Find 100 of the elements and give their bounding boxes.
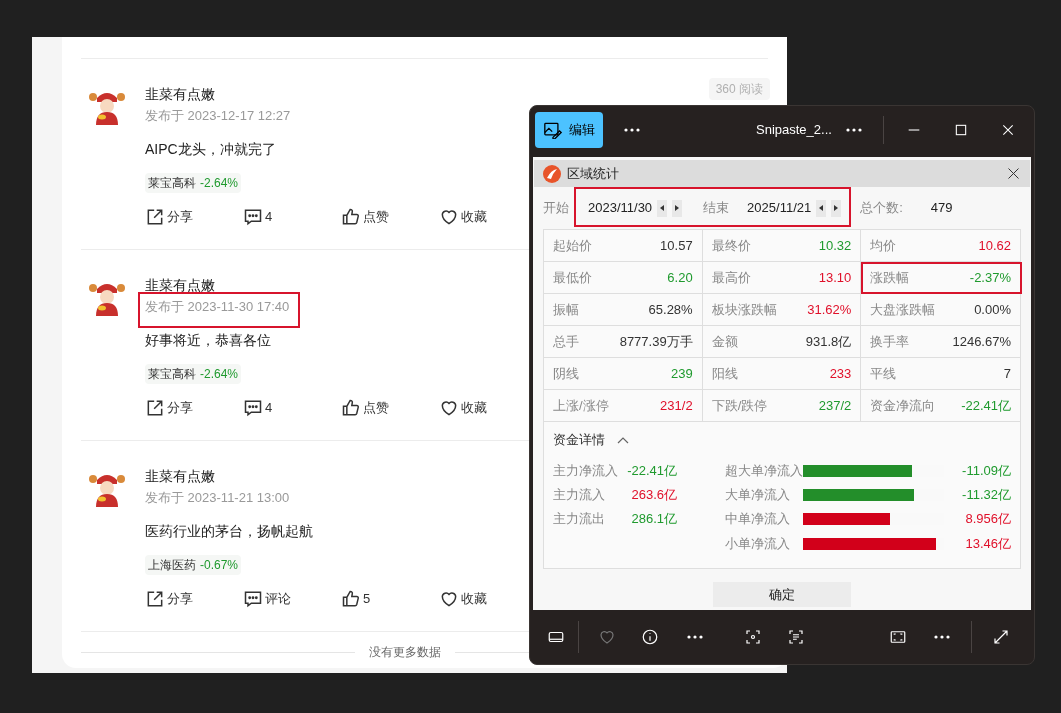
stock-tag[interactable]: 上海医药 -0.67%: [145, 555, 242, 575]
more-icon[interactable]: [844, 126, 863, 133]
stat-label: 下跌/跌停: [711, 396, 768, 415]
stat-label: 涨跌幅: [870, 268, 910, 287]
more-icon[interactable]: [623, 126, 641, 133]
stat-value: 231/2: [660, 396, 693, 415]
thumbs-up-icon: [341, 207, 361, 227]
focus-icon[interactable]: [744, 628, 762, 646]
more-icon[interactable]: [686, 634, 704, 640]
app-logo-icon: [543, 164, 561, 183]
thumbs-up-icon: [341, 589, 361, 609]
edit-button[interactable]: 编辑: [535, 111, 603, 148]
author-name[interactable]: 韭菜有点嫩: [145, 466, 215, 486]
flow-label: 主力流入: [553, 485, 605, 504]
share-icon: [145, 589, 165, 609]
stat-value: -2.37%: [969, 268, 1011, 287]
stat-value: 65.28%: [648, 300, 693, 319]
stat-value: 6.20: [667, 268, 693, 287]
flow-value: 13.46亿: [965, 534, 1011, 553]
fullscreen-icon[interactable]: [889, 628, 907, 646]
post-time: 发布于 2023-11-30 17:40: [145, 298, 290, 317]
stat-value: 10.32: [818, 236, 852, 255]
stat-value: 10.62: [978, 236, 1011, 255]
comment-button[interactable]: 4: [243, 398, 273, 418]
window-title: Snipaste_2...: [756, 120, 832, 139]
stat-label: 平线: [870, 364, 897, 383]
stat-value: 239: [670, 364, 693, 383]
view-count: 360 阅读: [708, 78, 770, 100]
flow-value: -11.09亿: [962, 461, 1011, 480]
stat-value: 7: [1003, 364, 1011, 383]
stat-label: 金额: [711, 332, 738, 351]
share-button[interactable]: 分享: [145, 207, 193, 227]
favorite-button[interactable]: 收藏: [439, 589, 487, 609]
previous-button[interactable]: [657, 199, 668, 217]
text-scan-icon[interactable]: [787, 628, 805, 646]
next-button[interactable]: [831, 199, 842, 217]
stock-tag[interactable]: 莱宝高科 -2.64%: [145, 173, 242, 193]
stat-label: 大盘涨跌幅: [870, 300, 936, 319]
stat-value: 0.00%: [974, 300, 1011, 319]
stat-label: 最终价: [711, 236, 751, 255]
collapse-chevron-icon[interactable]: [617, 435, 629, 444]
comment-button[interactable]: 评论: [243, 589, 291, 609]
author-name[interactable]: 韭菜有点嫩: [145, 84, 215, 104]
stat-value: 10.57: [660, 236, 693, 255]
caret-left-icon: [819, 205, 824, 211]
caret-right-icon: [834, 205, 839, 211]
previous-button[interactable]: [816, 199, 827, 217]
share-button[interactable]: 分享: [145, 589, 193, 609]
flow-label: 主力流出: [553, 509, 605, 528]
next-button[interactable]: [672, 199, 683, 217]
flow-label: 超大单净流入: [725, 461, 803, 480]
close-icon[interactable]: [1006, 166, 1021, 181]
post-time: 发布于 2023-11-21 13:00: [145, 489, 290, 508]
end-date-field[interactable]: 2025/11/21: [747, 198, 812, 218]
confirm-button[interactable]: 确定: [713, 582, 851, 607]
flow-label: 主力净流入: [553, 461, 618, 480]
like-button[interactable]: 点赞: [341, 398, 389, 418]
heart-icon: [439, 589, 459, 609]
stat-label: 阳线: [711, 364, 738, 383]
stat-label: 总手: [553, 332, 579, 351]
comment-icon: [243, 589, 263, 609]
share-icon: [145, 398, 165, 418]
stat-label: 最高价: [711, 268, 751, 287]
flow-value: 286.1亿: [631, 509, 677, 528]
heart-icon[interactable]: [598, 628, 616, 646]
heart-icon: [439, 207, 459, 227]
flow-label: 大单净流入: [725, 485, 791, 504]
more-icon[interactable]: [933, 634, 951, 640]
stat-label: 板块涨跌幅: [711, 300, 777, 319]
stat-value: 8777.39万手: [619, 332, 693, 351]
share-button[interactable]: 分享: [145, 398, 193, 418]
stat-value: 1246.67%: [952, 332, 1011, 351]
comment-button[interactable]: 4: [243, 207, 273, 227]
stat-label: 上涨/涨停: [553, 396, 609, 415]
expand-icon[interactable]: [992, 628, 1010, 646]
count-label: 总个数:: [860, 199, 903, 218]
image-edit-icon: [543, 120, 563, 139]
stat-value: 233: [829, 364, 852, 383]
stat-label: 均价: [870, 236, 897, 255]
stat-label: 最低价: [553, 268, 592, 287]
like-button[interactable]: 5: [341, 589, 371, 609]
post-text: 好事将近，恭喜各位: [145, 331, 271, 350]
post-time: 发布于 2023-12-17 12:27: [145, 107, 291, 126]
section-title: 资金详情: [553, 431, 605, 449]
favorite-button[interactable]: 收藏: [439, 398, 487, 418]
stat-value: -22.41亿: [961, 396, 1011, 415]
stat-label: 阴线: [553, 364, 579, 383]
start-date-field[interactable]: 2023/11/30: [588, 198, 653, 218]
caret-left-icon: [660, 205, 665, 211]
favorite-button[interactable]: 收藏: [439, 207, 487, 227]
comment-icon: [243, 398, 263, 418]
like-button[interactable]: 点赞: [341, 207, 389, 227]
author-name[interactable]: 韭菜有点嫩: [145, 275, 215, 295]
comment-icon: [243, 207, 263, 227]
stat-value: 13.10: [818, 268, 852, 287]
caret-right-icon: [675, 205, 680, 211]
stat-label: 资金净流向: [870, 396, 936, 415]
info-icon[interactable]: [641, 628, 659, 646]
stock-tag[interactable]: 莱宝高科 -2.64%: [145, 364, 242, 384]
flow-value: 8.956亿: [965, 509, 1011, 528]
